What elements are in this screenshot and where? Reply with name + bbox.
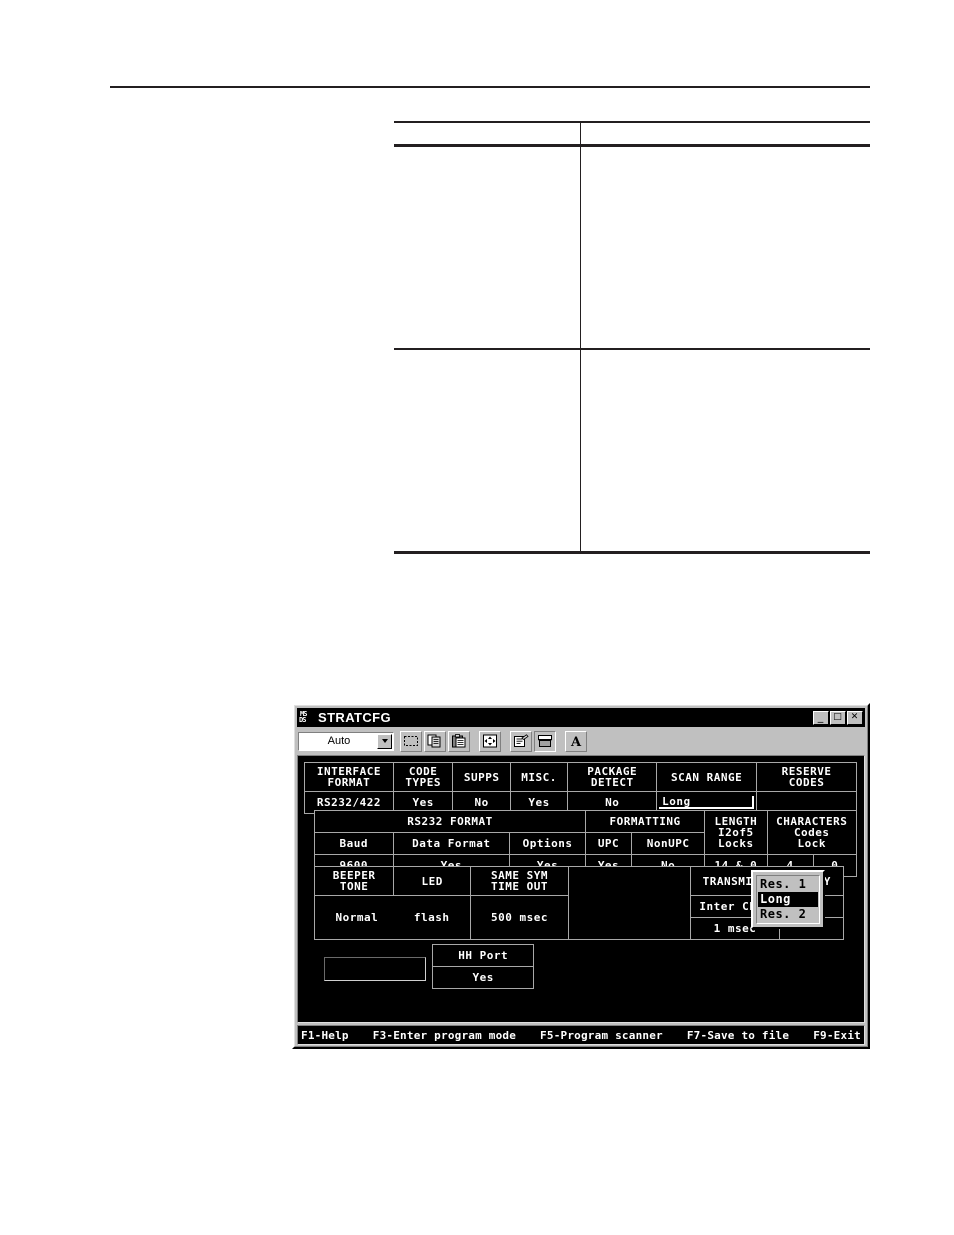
document-table xyxy=(394,121,870,554)
table-cell xyxy=(394,145,580,350)
header-reserve-codes: RESERVE CODES xyxy=(756,762,857,792)
group-rs232-format: RS232 FORMAT xyxy=(314,810,586,833)
value-same-sym-time-out[interactable]: 500 msec xyxy=(470,895,569,940)
group-formatting: FORMATTING xyxy=(584,810,706,833)
paste-button[interactable] xyxy=(448,730,470,752)
value-beeper-tone-led[interactable]: Normal flash xyxy=(313,895,472,940)
main-header-row: INTERFACE FORMAT CODE TYPES SUPPS MISC. … xyxy=(304,762,857,792)
font-button[interactable]: A xyxy=(565,730,587,752)
maximize-icon: □ xyxy=(833,711,842,722)
header-scan-range: SCAN RANGE xyxy=(656,762,758,792)
dropdown-option-long[interactable]: Long xyxy=(758,892,818,907)
header-package-detect: PACKAGE DETECT xyxy=(567,762,658,792)
header-code-types: CODE TYPES xyxy=(392,762,454,792)
subheader-upc: UPC xyxy=(584,832,633,855)
maximize-button[interactable]: □ xyxy=(830,710,846,725)
window-toolbar: Auto A xyxy=(297,729,865,753)
status-bar-items: F1-Help F3-Enter program mode F5-Program… xyxy=(298,1029,864,1042)
subheader-data-format: Data Format xyxy=(392,832,511,855)
header-beeper-tone: BEEPER TONE xyxy=(313,866,395,896)
header-led: LED xyxy=(393,866,472,896)
subheader-baud: Baud xyxy=(314,832,394,855)
status-f9-exit[interactable]: F9-Exit xyxy=(813,1029,861,1042)
subheader-options: Options xyxy=(509,832,586,855)
table-cell xyxy=(394,349,580,554)
full-screen-button[interactable] xyxy=(479,730,501,752)
header-same-sym-time-out: SAME SYM TIME OUT xyxy=(470,866,569,896)
fullscreen-arrows-icon xyxy=(483,734,497,748)
status-f5-program-scanner[interactable]: F5-Program scanner xyxy=(540,1029,663,1042)
header-interface-format: INTERFACE FORMAT xyxy=(304,762,394,792)
mark-button[interactable] xyxy=(400,730,422,752)
background-button[interactable] xyxy=(534,730,556,752)
header-misc: MISC. xyxy=(509,762,569,792)
table-row xyxy=(394,145,870,350)
paste-icon xyxy=(452,734,466,748)
properties-button[interactable] xyxy=(510,730,532,752)
detail-group-header-row: RS232 FORMAT FORMATTING LENGTH I2of5 Loc… xyxy=(314,810,858,855)
window-controls: _ □ ✕ xyxy=(813,709,863,725)
main-parameter-table: INTERFACE FORMAT CODE TYPES SUPPS MISC. … xyxy=(304,762,857,814)
value-hh-port[interactable]: Yes xyxy=(432,966,534,989)
header-supps: SUPPS xyxy=(452,762,511,792)
status-f1-help[interactable]: F1-Help xyxy=(301,1029,349,1042)
dotted-rectangle-icon xyxy=(404,736,418,746)
window-title: STRATCFG xyxy=(318,710,392,725)
properties-icon xyxy=(514,734,529,747)
close-icon: ✕ xyxy=(850,711,859,722)
hh-port-label-row: HH Port xyxy=(324,944,534,989)
copy-button[interactable] xyxy=(424,730,446,752)
minimize-button[interactable]: _ xyxy=(813,709,829,725)
dropdown-inner: Res. 1 Long Res. 2 xyxy=(756,875,820,924)
table-header-cell-1 xyxy=(394,121,580,147)
blank-input-box[interactable] xyxy=(324,956,427,981)
specification-table xyxy=(394,121,870,554)
minimize-icon: _ xyxy=(817,709,824,723)
font-size-combo[interactable]: Auto xyxy=(298,731,394,751)
scan-range-field[interactable]: Long xyxy=(659,796,755,809)
scanner-config-grid: INTERFACE FORMAT CODE TYPES SUPPS MISC. … xyxy=(304,762,857,814)
dropdown-option-res-2[interactable]: Res. 2 xyxy=(758,907,818,922)
stratcfg-window[interactable]: MS DS STRATCFG _ □ ✕ Auto A INTERFACE FO… xyxy=(292,703,870,1049)
dropdown-option-res-1[interactable]: Res. 1 xyxy=(758,877,818,892)
ms-dos-icon: MS DS xyxy=(299,709,315,726)
table-cell xyxy=(579,349,870,554)
close-button[interactable]: ✕ xyxy=(847,710,863,725)
dos-screen-frame: INTERFACE FORMAT CODE TYPES SUPPS MISC. … xyxy=(297,755,865,1023)
table-header-cell-2 xyxy=(579,121,870,147)
copy-icon xyxy=(427,734,441,748)
dos-screen[interactable]: INTERFACE FORMAT CODE TYPES SUPPS MISC. … xyxy=(300,758,862,1020)
table-header-row xyxy=(394,121,870,147)
subheader-nonupc: NonUPC xyxy=(631,832,706,855)
hh-port-table: HH Port Yes xyxy=(324,944,534,989)
table-cell xyxy=(579,145,870,350)
window-titlebar[interactable]: MS DS STRATCFG _ □ ✕ xyxy=(297,708,865,727)
hh-port-grid: HH Port Yes xyxy=(324,944,534,989)
scan-range-dropdown[interactable]: Res. 1 Long Res. 2 xyxy=(751,870,825,929)
status-bar: F1-Help F3-Enter program mode F5-Program… xyxy=(297,1025,865,1045)
blank-panel xyxy=(567,866,691,940)
chevron-down-icon[interactable] xyxy=(377,733,392,749)
table-row xyxy=(394,349,870,554)
status-f7-save-to-file[interactable]: F7-Save to file xyxy=(687,1029,789,1042)
blank-input-cell xyxy=(324,944,433,989)
page-header-rule xyxy=(110,86,870,88)
background-icon xyxy=(538,735,552,747)
svg-text:A: A xyxy=(570,735,582,748)
letter-a-icon: A xyxy=(570,735,582,748)
label-hh-port: HH Port xyxy=(432,944,534,967)
status-f3-enter-program-mode[interactable]: F3-Enter program mode xyxy=(373,1029,516,1042)
group-length-i2of5-locks: LENGTH I2of5 Locks xyxy=(704,810,768,855)
group-reserve-characters: CHARACTERS Codes Lock xyxy=(766,810,858,855)
